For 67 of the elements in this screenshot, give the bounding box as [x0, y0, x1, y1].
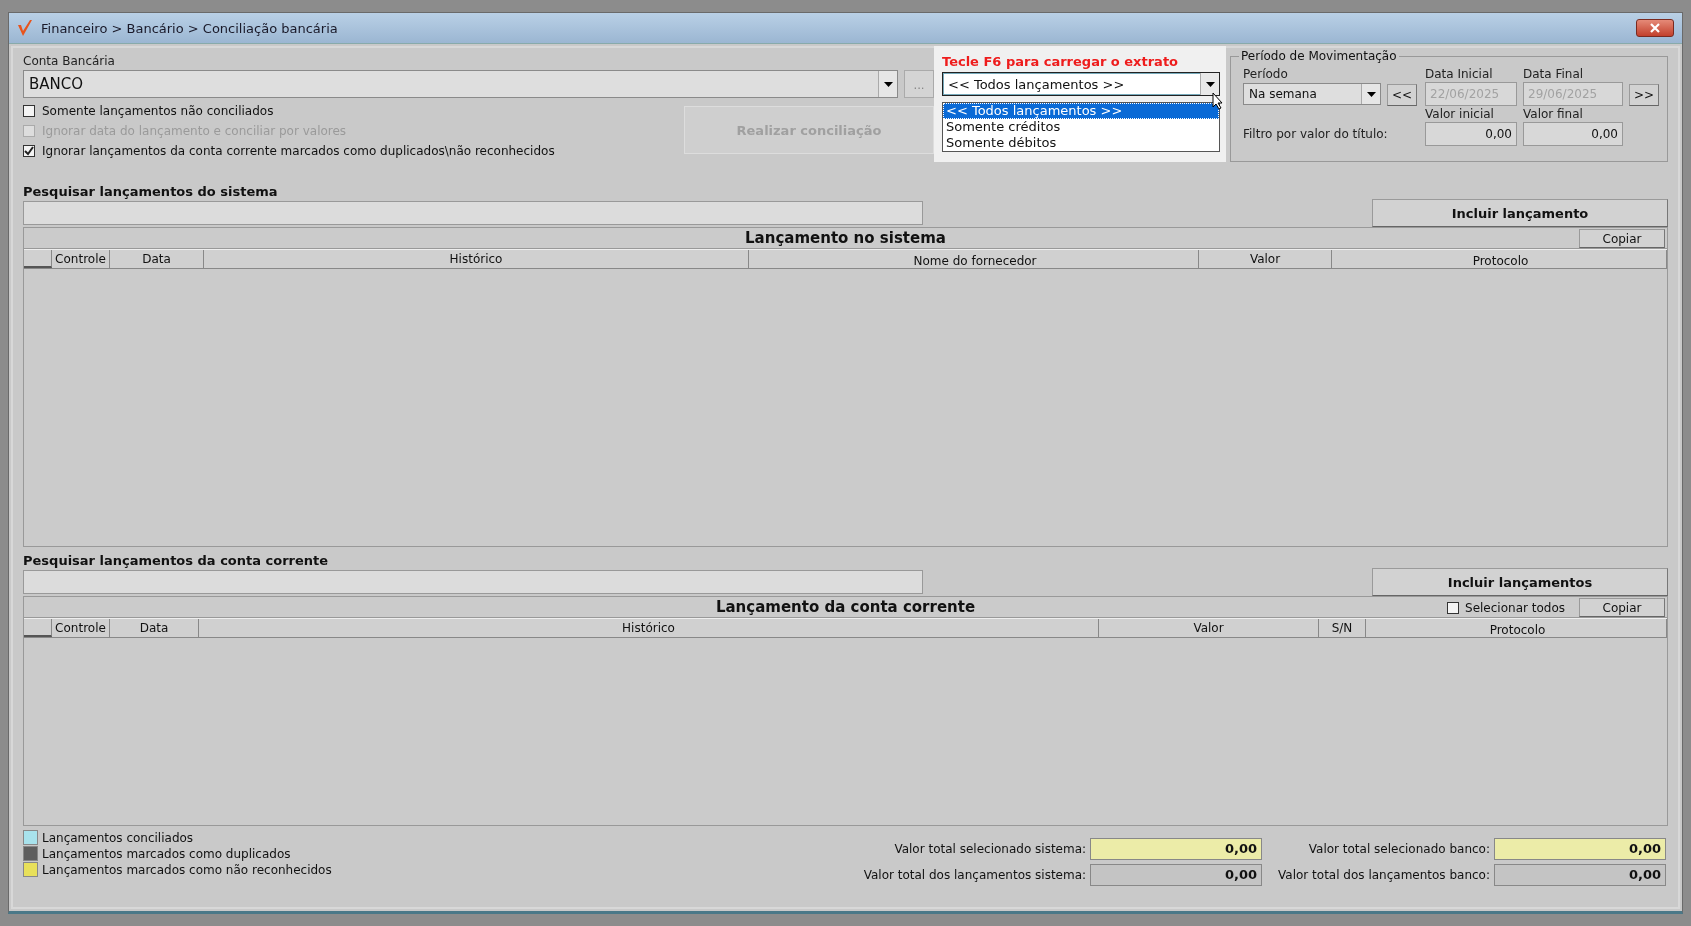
grid-title: Lançamento no sistema	[745, 229, 946, 247]
total-field: 0,00	[1090, 838, 1263, 860]
checkbox-label: Selecionar todos	[1465, 600, 1565, 615]
search-field[interactable]	[23, 201, 923, 225]
column-header[interactable]: Data	[110, 619, 199, 637]
total-field: 0,00	[1494, 838, 1666, 860]
window-title: Financeiro > Bancário > Conciliação bancária	[41, 20, 338, 36]
total-label: Valor total dos lançamentos banco:	[1277, 868, 1490, 882]
dropdown-option[interactable]: << Todos lançamentos >>	[943, 103, 1219, 119]
previous-button[interactable]: <<	[1387, 84, 1417, 106]
column-header[interactable]: Protocolo	[1366, 619, 1667, 637]
column-header[interactable]: Controle	[52, 619, 110, 637]
column-header[interactable]: Data	[110, 250, 204, 268]
field-label: Filtro por valor do título:	[1243, 127, 1389, 141]
close-button[interactable]	[1636, 19, 1674, 37]
add-button[interactable]: Incluir lançamentos	[1372, 568, 1668, 596]
field-label: Valor inicial	[1425, 107, 1495, 121]
grid-title: Lançamento da conta corrente	[715, 598, 976, 616]
checkbox-label: Ignorar lançamentos da conta corrente marcados como duplicados\não reconhecidos	[42, 144, 555, 158]
field-label: Conta Bancária	[23, 54, 116, 68]
close-icon	[1648, 23, 1662, 33]
total-label: Valor total dos lançamentos sistema:	[862, 868, 1087, 882]
add-button[interactable]: Incluir lançamento	[1372, 199, 1668, 227]
caret-icon	[1366, 91, 1376, 97]
column-header[interactable]: Valor	[1199, 250, 1332, 268]
column-header[interactable]: Histórico	[199, 619, 1099, 637]
search-label: Pesquisar lançamentos do sistema	[23, 184, 279, 199]
next-button[interactable]: >>	[1629, 84, 1659, 106]
column-header[interactable]: Protocolo	[1332, 250, 1667, 268]
group-title: Período de Movimentação	[1239, 49, 1399, 63]
checkbox[interactable]	[23, 145, 35, 157]
field-label: Período	[1243, 67, 1289, 81]
value-field[interactable]: 0,00	[1523, 122, 1623, 146]
column-header[interactable]: S/N	[1319, 619, 1366, 637]
statement-dropdown[interactable]: << Todos lançamentos >>	[942, 72, 1220, 96]
account-dropdown[interactable]: BANCO	[23, 70, 898, 98]
dropdown-option[interactable]: Somente créditos	[943, 119, 1219, 135]
copy-button[interactable]: Copiar	[1579, 229, 1665, 248]
field-label: Data Final	[1523, 67, 1585, 81]
column-header[interactable]: Controle	[52, 250, 110, 268]
period-dropdown[interactable]: Na semana	[1243, 83, 1381, 105]
caret-icon	[1205, 81, 1215, 87]
legend-label: Lançamentos marcados como duplicados	[42, 846, 291, 861]
column-header[interactable]: Histórico	[204, 250, 749, 268]
dropdown-option[interactable]: Somente débitos	[943, 135, 1219, 151]
legend-label: Lançamentos marcados como não reconhecidos	[42, 862, 332, 877]
total-field: 0,00	[1494, 864, 1666, 886]
search-field[interactable]	[23, 570, 923, 594]
checkbox-label: Somente lançamentos não conciliados	[42, 104, 274, 118]
caret-icon	[883, 81, 893, 87]
field-label: Valor final	[1523, 107, 1584, 121]
total-label: Valor total selecionado banco:	[1307, 842, 1490, 856]
total-field: 0,00	[1090, 864, 1263, 886]
check-mark-icon	[17, 19, 33, 37]
checkbox[interactable]	[1447, 601, 1460, 614]
column-header[interactable]: Nome do fornecedor	[749, 250, 1199, 268]
field-label: Data Inicial	[1425, 67, 1494, 81]
value-field[interactable]: 0,00	[1425, 122, 1517, 146]
column-header[interactable]	[24, 619, 52, 637]
legend-label: Lançamentos conciliados	[42, 830, 194, 845]
hint-text: Tecle F6 para carregar o extrato	[942, 54, 1180, 69]
total-label: Valor total selecionado sistema:	[893, 842, 1087, 856]
column-header[interactable]	[24, 250, 52, 268]
copy-button[interactable]: Copiar	[1579, 598, 1665, 617]
checkbox[interactable]	[23, 105, 35, 117]
search-label: Pesquisar lançamentos da conta corrente	[23, 553, 330, 568]
column-header[interactable]: Valor	[1099, 619, 1319, 637]
